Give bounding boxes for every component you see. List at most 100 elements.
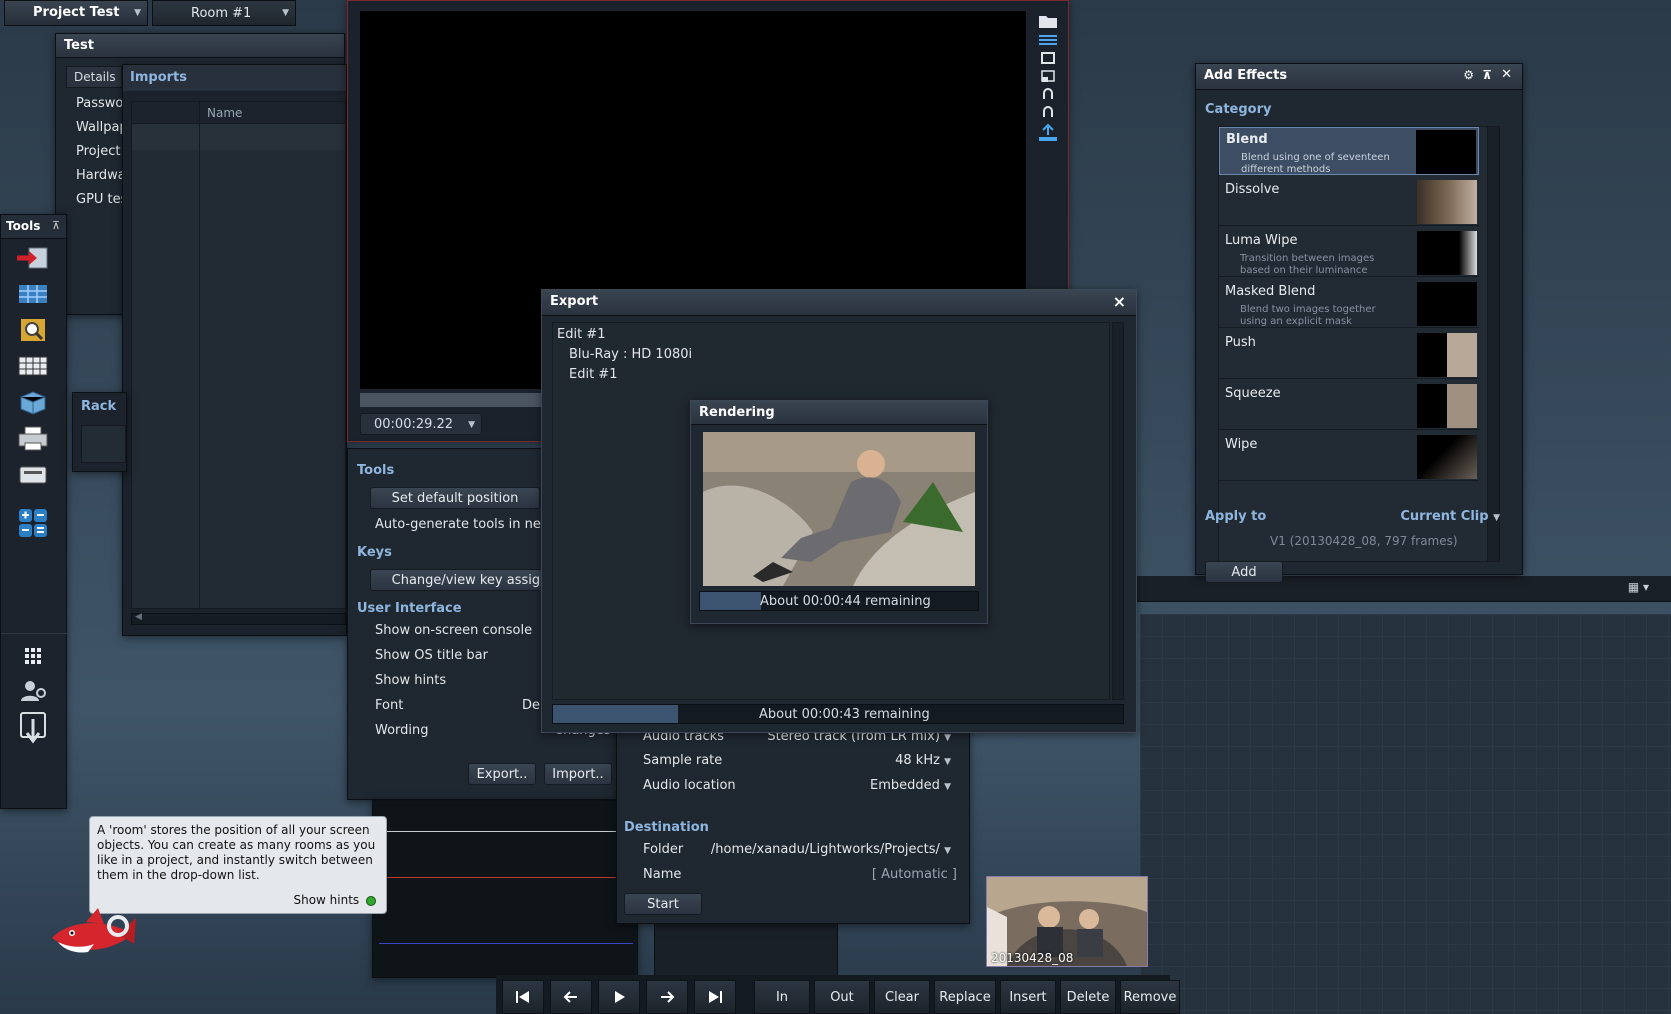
apply-to-value[interactable]: Current Clip ▼ <box>1400 509 1500 524</box>
step-back-button[interactable] <box>550 980 592 1014</box>
folder-icon[interactable] <box>1038 13 1058 29</box>
side-item[interactable]: Project <box>76 144 120 159</box>
upload-icon[interactable] <box>1038 123 1058 141</box>
effect-push[interactable]: Push <box>1219 331 1479 379</box>
play-button[interactable] <box>598 980 640 1014</box>
auto-generate-tools[interactable]: Auto-generate tools in new <box>375 517 552 532</box>
remove-button[interactable]: Remove <box>1120 980 1180 1014</box>
timeline-icon[interactable] <box>15 281 51 307</box>
users-settings-icon[interactable] <box>15 677 51 703</box>
scroll-left-icon[interactable]: ◀ <box>135 612 142 622</box>
change-keys-button[interactable]: Change/view key assign <box>370 569 570 591</box>
replace-button[interactable]: Replace <box>934 980 996 1014</box>
timecode-display[interactable]: 00:00:29.22 ▼ <box>360 413 482 435</box>
pin-icon[interactable]: ⊼ <box>1482 68 1492 82</box>
overall-progress-bar: About 00:00:43 remaining <box>552 704 1124 724</box>
show-hints-option[interactable]: Show hints <box>375 673 446 688</box>
menu-lines-icon[interactable] <box>1038 33 1058 47</box>
clip-label: 20130428_08 <box>991 951 1074 965</box>
skip-start-icon <box>516 991 529 1003</box>
grid-icon[interactable] <box>15 353 51 379</box>
add-effect-button[interactable]: Add <box>1205 561 1283 583</box>
go-to-start-button[interactable] <box>502 980 544 1014</box>
side-item[interactable]: Wallpap <box>76 120 128 135</box>
rendering-progress-fill <box>700 592 762 610</box>
close-icon[interactable]: × <box>1113 292 1126 311</box>
project-panel-title[interactable]: Test <box>56 34 344 58</box>
undo-icon[interactable] <box>1038 87 1058 101</box>
delete-button[interactable]: Delete <box>1060 980 1116 1014</box>
folder-value[interactable]: /home/xanadu/Lightworks/Projects/ ▼ <box>711 842 951 857</box>
effect-masked-blend[interactable]: Masked Blend Blend two images together us… <box>1219 280 1479 328</box>
set-default-position-button[interactable]: Set default position <box>370 487 540 509</box>
storage-icon[interactable] <box>15 389 51 415</box>
name-value[interactable]: [ Automatic ] <box>872 867 957 882</box>
side-item[interactable]: GPU tes <box>76 192 127 207</box>
sample-rate-value[interactable]: 48 kHz ▼ <box>895 753 951 768</box>
insert-button[interactable]: Insert <box>1000 980 1056 1014</box>
rack-area <box>81 425 126 463</box>
project-selector[interactable]: Project Test ▼ <box>4 0 148 26</box>
effect-luma-wipe[interactable]: Luma Wipe Transition between images based… <box>1219 229 1479 277</box>
close-icon[interactable]: ✕ <box>1501 67 1512 82</box>
import-settings-button[interactable]: Import.. <box>544 763 612 785</box>
side-item[interactable]: Passwor <box>76 96 129 111</box>
square-icon[interactable] <box>1038 51 1058 65</box>
effect-dissolve[interactable]: Dissolve <box>1219 178 1479 226</box>
pip-icon[interactable] <box>1038 69 1058 83</box>
search-icon[interactable] <box>15 317 51 343</box>
export-dialog: Export × Edit #1 Blu-Ray : HD 1080i Edit… <box>541 289 1137 733</box>
audio-location-value[interactable]: Embedded ▼ <box>870 778 951 793</box>
tab-details[interactable]: Details <box>66 66 122 88</box>
room-selector[interactable]: Room #1 ▼ <box>152 0 296 26</box>
export-settings-button[interactable]: Export.. <box>468 763 536 785</box>
import-icon[interactable] <box>15 245 51 271</box>
rack-title[interactable]: Rack <box>81 399 116 414</box>
tools-header: Tools <box>357 463 395 478</box>
settings-icon[interactable]: ⚙ <box>1463 68 1474 82</box>
add-effects-title-bar[interactable]: Add Effects ⚙ ⊼ ✕ <box>1196 64 1522 90</box>
show-os-title-option[interactable]: Show OS title bar <box>375 648 488 663</box>
tree-item[interactable]: Blu-Ray : HD 1080i <box>569 347 692 362</box>
column-name[interactable]: Name <box>207 106 242 120</box>
in-button[interactable]: In <box>754 980 810 1014</box>
show-hints-toggle[interactable]: Show hints <box>293 893 376 907</box>
start-button[interactable]: Start <box>624 893 702 915</box>
tools-title-bar[interactable]: Tools ⊼ <box>1 215 66 239</box>
shark-mascot-icon[interactable] <box>48 908 138 968</box>
go-to-end-button[interactable] <box>694 980 736 1014</box>
export-tree-scrollbar[interactable] <box>1112 322 1124 700</box>
calculator-icon[interactable] <box>15 507 51 539</box>
show-console-option[interactable]: Show on-screen console <box>375 623 532 638</box>
side-item[interactable]: Hardwa <box>76 168 126 183</box>
redo-icon[interactable] <box>1038 105 1058 119</box>
clear-button[interactable]: Clear <box>874 980 930 1014</box>
printer-icon[interactable] <box>15 425 51 451</box>
horizontal-scrollbar[interactable]: ◀ <box>131 612 346 625</box>
tab-imports[interactable]: Imports <box>123 65 346 91</box>
rendering-dialog: Rendering About 00:00:44 remaining <box>690 400 988 624</box>
apps-grid-icon[interactable] <box>15 643 51 669</box>
audio-location-label: Audio location <box>643 778 736 793</box>
tree-item[interactable]: Edit #1 <box>569 367 617 382</box>
out-button[interactable]: Out <box>814 980 870 1014</box>
disk-icon[interactable] <box>15 461 51 487</box>
effects-scrollbar[interactable] <box>1487 127 1499 561</box>
effects-list: Blend Blend using one of seventeen differ… <box>1218 126 1500 562</box>
effect-blend[interactable]: Blend Blend using one of seventeen differ… <box>1219 127 1479 175</box>
export-dialog-title-bar[interactable]: Export × <box>542 290 1136 316</box>
view-options-icon[interactable]: ▦ ▾ <box>1628 580 1649 594</box>
tree-item[interactable]: Edit #1 <box>557 327 605 342</box>
overall-remaining-text: About 00:00:43 remaining <box>759 707 930 722</box>
pin-icon[interactable]: ⊼ <box>52 219 60 232</box>
download-icon[interactable] <box>15 711 51 745</box>
folder-label: Folder <box>643 842 684 857</box>
rendering-title-bar[interactable]: Rendering <box>691 401 987 425</box>
step-forward-button[interactable] <box>646 980 688 1014</box>
effect-squeeze[interactable]: Squeeze <box>1219 382 1479 430</box>
chevron-down-icon: ▼ <box>134 8 141 18</box>
table-row[interactable] <box>132 124 345 150</box>
clip-thumbnail[interactable]: 20130428_08 <box>986 876 1148 967</box>
font-value[interactable]: De <box>522 698 540 713</box>
effect-wipe[interactable]: Wipe <box>1219 433 1479 481</box>
